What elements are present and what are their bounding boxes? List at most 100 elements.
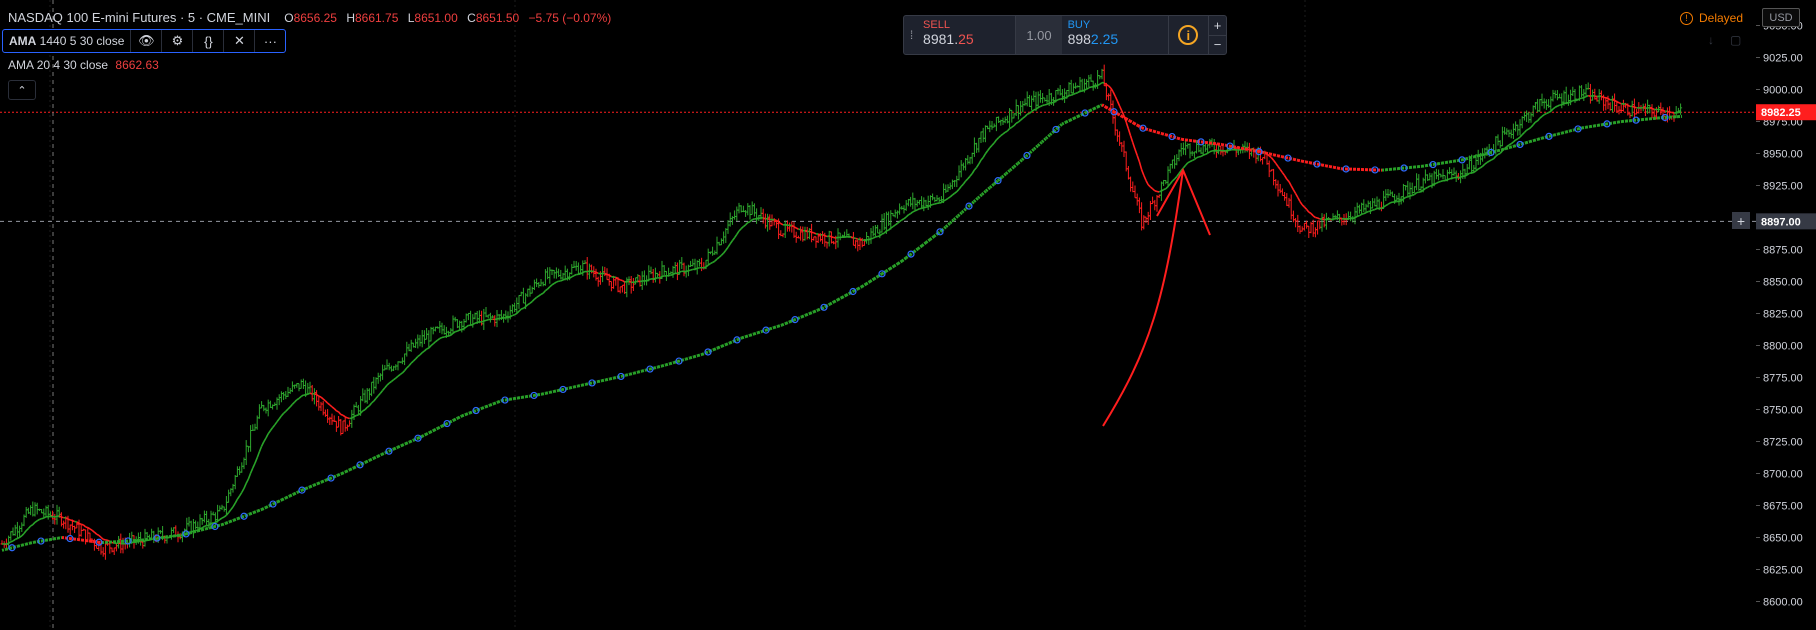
fast-ama-segment: [1534, 120, 1539, 123]
fast-ama-segment: [722, 249, 727, 254]
gear-icon[interactable]: ⚙: [161, 30, 192, 52]
buy-button[interactable]: BUY 8982.25: [1062, 16, 1168, 54]
fast-ama-segment: [975, 163, 980, 168]
slow-ama-segment: [1277, 154, 1283, 159]
drag-handle-icon[interactable]: ⁞: [904, 16, 919, 54]
fast-ama-segment: [892, 224, 896, 228]
fast-ama-segment: [336, 410, 339, 413]
fast-ama-segment: [470, 323, 474, 327]
fast-ama-segment: [1062, 97, 1065, 100]
fast-ama-segment: [958, 185, 962, 190]
decrease-button[interactable]: −: [1209, 36, 1226, 55]
slow-ama-segment: [489, 402, 495, 407]
more-icon[interactable]: ···: [254, 30, 285, 52]
slow-ama-segment: [513, 396, 519, 401]
fast-ama-segment: [1002, 131, 1006, 135]
fast-ama-segment: [1616, 101, 1620, 104]
fast-ama-segment: [43, 516, 47, 519]
fast-ama-segment: [329, 404, 333, 408]
crosshair-price-label: 8897.00: [1761, 216, 1801, 228]
fast-ama-segment: [353, 414, 357, 418]
fast-ama-segment: [375, 395, 379, 399]
slow-ama-segment: [1497, 148, 1503, 153]
quantity-input[interactable]: 1.00: [1016, 16, 1062, 54]
fast-ama-segment: [408, 362, 412, 367]
fast-ama-segment: [223, 514, 227, 518]
fast-ama-segment: [1009, 126, 1013, 130]
fast-ama-segment: [1129, 135, 1134, 143]
slow-ama-segment: [1077, 113, 1083, 118]
indicator-legend-second[interactable]: AMA 20 4 30 close 8662.63: [8, 58, 159, 72]
fast-ama-segment: [227, 509, 232, 514]
slow-ama-segment: [633, 370, 639, 375]
add-alert-button[interactable]: +: [1732, 212, 1750, 229]
symbol-title[interactable]: NASDAQ 100 E-mini Futures · 5 · CME_MINI: [8, 10, 270, 25]
axis-tick-label: 8600.00: [1763, 597, 1803, 609]
slow-ama-segment: [277, 498, 283, 504]
fast-ama-segment: [1460, 175, 1464, 178]
info-button[interactable]: i: [1167, 16, 1208, 54]
slow-ama-segment: [201, 527, 207, 532]
fast-ama-segment: [582, 270, 586, 274]
arrow-down-icon[interactable]: ↓: [1708, 33, 1714, 47]
fast-ama-segment: [1451, 176, 1455, 180]
fast-ama-segment: [993, 139, 998, 144]
slow-ama-segment: [545, 390, 551, 395]
sell-label: SELL: [923, 19, 950, 31]
slow-ama-segment: [1441, 160, 1447, 165]
fast-ama-segment: [1277, 166, 1281, 170]
lock-icon[interactable]: ▢: [1730, 33, 1741, 47]
fast-ama-segment: [960, 183, 964, 187]
fast-ama-segment: [934, 202, 938, 205]
fast-ama-segment: [1667, 110, 1670, 113]
slow-ama-segment: [609, 376, 615, 381]
fast-ama-segment: [903, 216, 907, 220]
collapse-legend-button[interactable]: ⌃: [8, 80, 36, 100]
fast-ama-segment: [951, 192, 956, 196]
fast-ama-segment: [1290, 185, 1295, 191]
slow-ama-segment: [653, 365, 659, 370]
quantity-stepper[interactable]: + −: [1208, 16, 1226, 54]
fast-ama-segment: [540, 292, 544, 296]
fast-ama-segment: [58, 515, 62, 518]
indicator-legend-main[interactable]: AMA 1440 5 30 close 👁 ⚙ {} ✕ ···: [2, 29, 287, 53]
fast-ama-segment: [725, 246, 729, 251]
sell-button[interactable]: SELL 8981.25: [919, 16, 1017, 54]
slow-ama-segment: [205, 526, 211, 531]
fast-ama-segment: [1321, 218, 1325, 221]
slow-ama-segment: [25, 541, 31, 546]
delayed-status[interactable]: ! Delayed: [1680, 11, 1743, 25]
axis-tick-label: 8800.00: [1763, 341, 1803, 353]
fast-ama-segment: [945, 197, 949, 201]
fast-ama-segment: [533, 296, 538, 300]
braces-icon[interactable]: {}: [192, 30, 223, 52]
slow-ama-segment: [1337, 166, 1343, 171]
eye-icon[interactable]: 👁: [130, 30, 161, 52]
fast-ama-segment: [296, 397, 300, 401]
axis-tick-label: 8950.00: [1763, 149, 1803, 161]
slow-ama-segment: [53, 536, 59, 541]
fast-ama-segment: [1013, 122, 1017, 127]
slow-ama-segment: [1421, 164, 1427, 168]
slow-ama-segment: [1089, 107, 1095, 112]
slow-ama-segment: [1449, 159, 1455, 164]
fast-ama-segment: [1651, 107, 1655, 111]
fast-ama-segment: [41, 517, 44, 520]
fast-ama-segment: [443, 335, 447, 338]
slow-ama-segment: [373, 454, 379, 460]
slow-ama-segment: [1189, 138, 1195, 143]
fast-ama-segment: [855, 237, 859, 240]
currency-badge[interactable]: USD: [1762, 8, 1800, 27]
fast-ama-segment: [388, 380, 392, 384]
close-icon[interactable]: ✕: [223, 30, 254, 52]
fast-ama-segment: [399, 372, 403, 376]
fast-ama-segment: [551, 282, 555, 286]
fast-ama-segment: [472, 322, 476, 326]
price-chart[interactable]: 9050.009025.009000.008975.008950.008925.…: [0, 0, 1816, 630]
fast-ama-segment: [434, 339, 439, 343]
fast-ama-segment: [714, 258, 718, 262]
fast-ama-segment: [971, 169, 976, 174]
increase-button[interactable]: +: [1209, 16, 1226, 36]
fast-ama-segment: [710, 261, 713, 265]
slow-ama-segment: [473, 408, 479, 413]
